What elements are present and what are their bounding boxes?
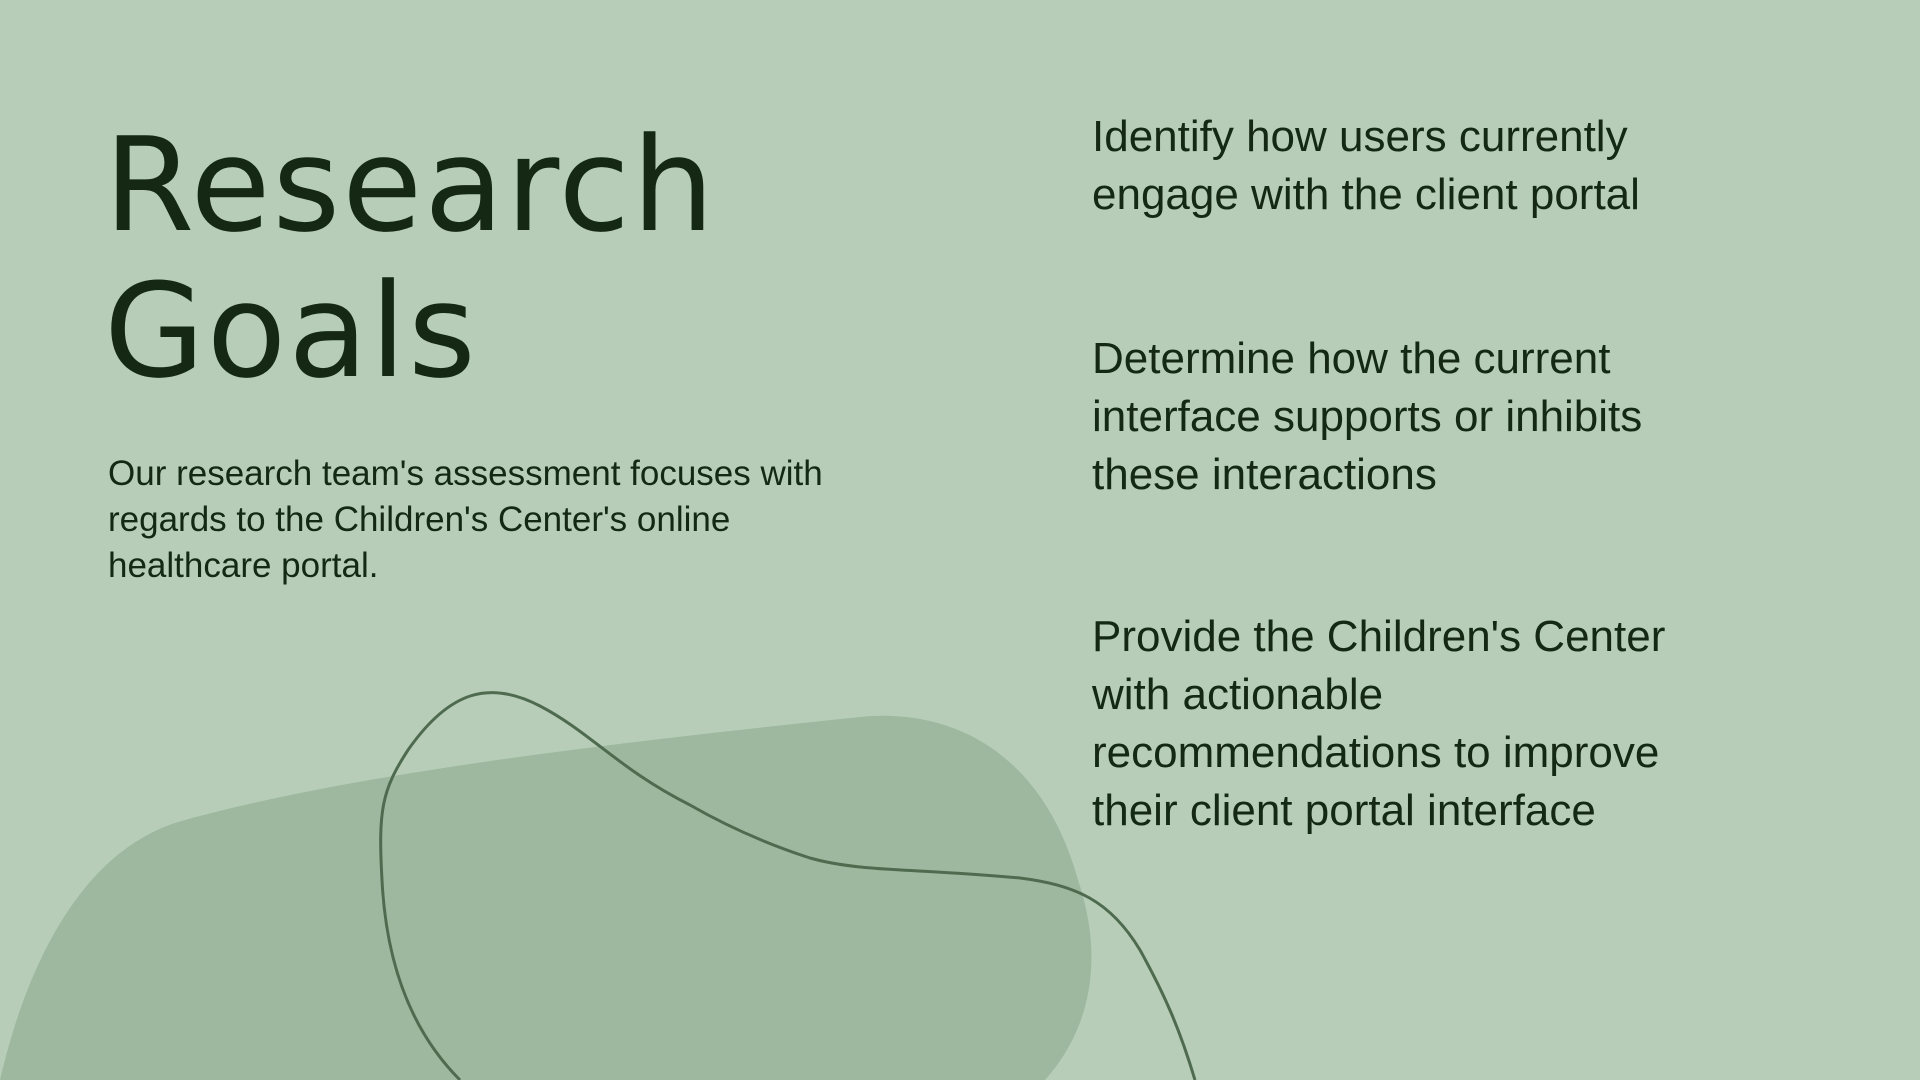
intro-paragraph: Our research team's assessment focuses w… xyxy=(108,454,823,585)
goal-item-recommendations: Provide the Children's Center with actio… xyxy=(1092,612,1666,835)
title-line-1: Research xyxy=(104,109,717,261)
goal-item-engagement: Identify how users currently engage with… xyxy=(1092,112,1640,219)
goal-item-interface-support: Determine how the current interface supp… xyxy=(1092,334,1643,499)
decorative-curve-line xyxy=(379,691,1197,1080)
slide: Research Goals Our research team's asses… xyxy=(0,0,1920,1080)
decorative-blob-shape xyxy=(0,715,1092,1080)
page-title: Research Goals xyxy=(104,112,716,404)
title-line-2: Goals xyxy=(104,255,478,407)
